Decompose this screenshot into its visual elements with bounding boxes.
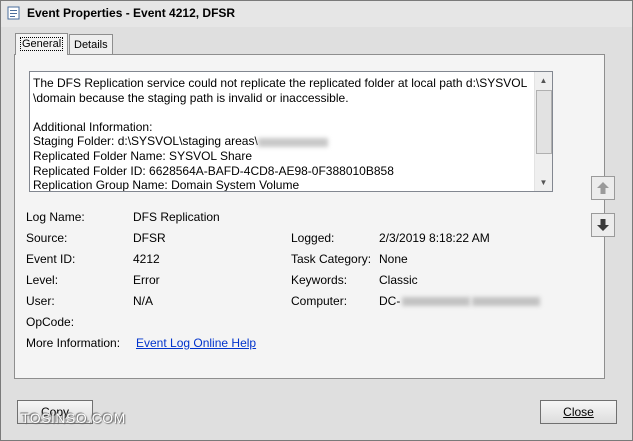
window-title: Event Properties - Event 4212, DFSR: [27, 6, 236, 20]
event-fields: Log Name: DFS Replication Source: DFSR L…: [15, 55, 604, 378]
user-label: User:: [26, 294, 55, 308]
task-category-label: Task Category:: [291, 252, 372, 266]
source-label: Source:: [26, 231, 68, 245]
keywords-value: Classic: [379, 273, 418, 287]
next-event-button[interactable]: [591, 213, 615, 237]
redacted-region: [472, 297, 541, 307]
event-log-online-help-link[interactable]: Event Log Online Help: [136, 336, 256, 350]
logged-label: Logged:: [291, 231, 335, 245]
up-arrow-icon: [597, 182, 609, 194]
keywords-label: Keywords:: [291, 273, 348, 287]
tab-details[interactable]: Details: [69, 34, 113, 55]
event-id-label: Event ID:: [26, 252, 76, 266]
watermark-text: TOSINSO.COM: [21, 410, 126, 426]
opcode-label: OpCode:: [26, 315, 75, 329]
computer-name-text: DC-: [379, 294, 401, 308]
title-bar: Event Properties - Event 4212, DFSR: [1, 1, 632, 27]
event-properties-window: Event Properties - Event 4212, DFSR Gene…: [0, 0, 633, 441]
computer-label: Computer:: [291, 294, 348, 308]
level-value: Error: [133, 273, 160, 287]
event-properties-icon: [7, 6, 20, 20]
log-name-value: DFS Replication: [133, 210, 220, 224]
tab-general-label: General: [20, 37, 64, 51]
computer-value: DC-: [379, 294, 541, 308]
logged-value: 2/3/2019 8:18:22 AM: [379, 231, 490, 245]
more-information-label: More Information:: [26, 336, 121, 350]
source-value: DFSR: [133, 231, 166, 245]
close-button-label: Close: [563, 405, 594, 419]
down-arrow-icon: [597, 219, 609, 231]
task-category-value: None: [379, 252, 408, 266]
tab-details-label: Details: [74, 39, 108, 51]
user-value: N/A: [133, 294, 154, 308]
redacted-region: [402, 297, 471, 307]
event-id-value: 4212: [133, 252, 160, 266]
previous-event-button[interactable]: [591, 176, 615, 200]
close-button[interactable]: Close: [540, 400, 617, 424]
general-panel: The DFS Replication service could not re…: [14, 54, 605, 379]
level-label: Level:: [26, 273, 59, 287]
log-name-label: Log Name:: [26, 210, 85, 224]
tab-general[interactable]: General: [15, 33, 69, 55]
